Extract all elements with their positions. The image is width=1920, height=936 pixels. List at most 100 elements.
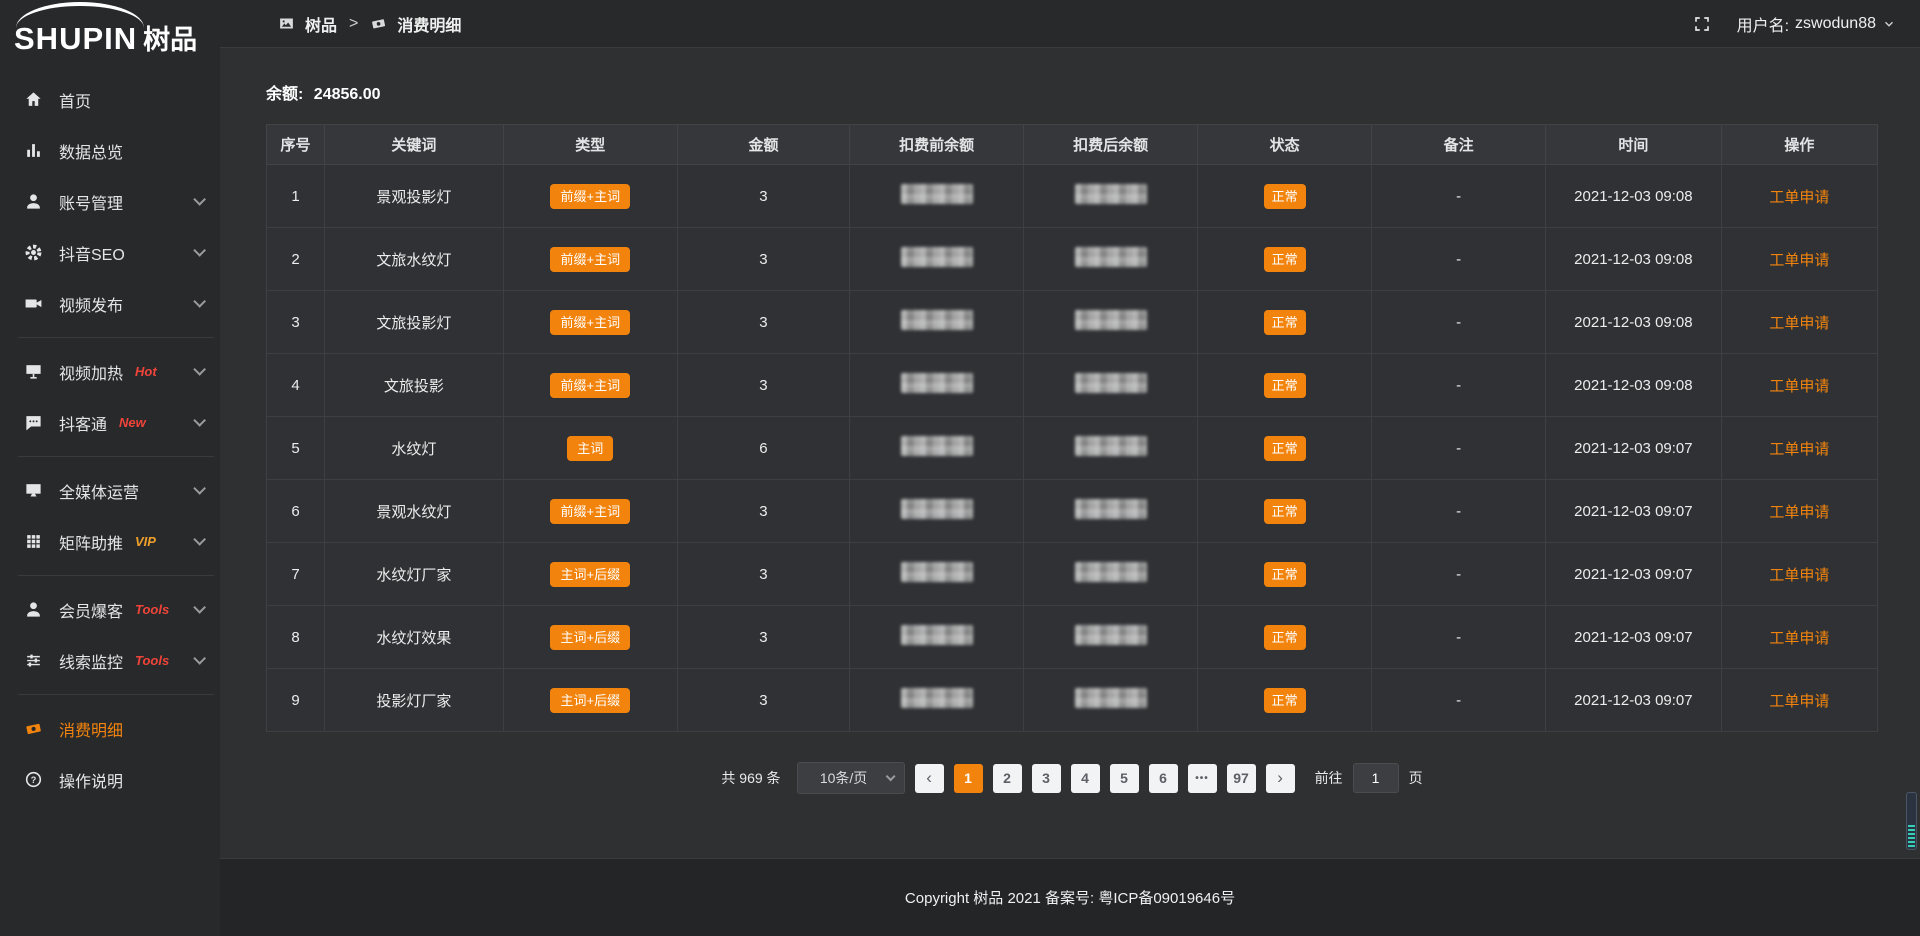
redacted-balance xyxy=(1075,562,1147,582)
sidebar-item-label: 抖音SEO xyxy=(59,241,125,265)
col-header-balance-after: 扣费后余额 xyxy=(1024,125,1198,165)
video-camera-icon xyxy=(24,294,43,313)
page-button-3[interactable]: 3 xyxy=(1032,764,1061,793)
sidebar-item-media-ops[interactable]: 全媒体运营 xyxy=(0,465,220,516)
cell-balance-before xyxy=(850,165,1024,228)
cell-type: 主词+后缀 xyxy=(503,543,677,606)
work-order-link[interactable]: 工单申请 xyxy=(1769,189,1829,206)
cell-time: 2021-12-03 09:08 xyxy=(1546,354,1722,417)
cell-type: 前缀+主词 xyxy=(503,354,677,417)
page-button-4[interactable]: 4 xyxy=(1071,764,1100,793)
prev-page-button[interactable]: ‹ xyxy=(915,764,944,793)
page-size-value: 10条/页 xyxy=(820,768,867,788)
sidebar-item-douyin-seo[interactable]: 抖音SEO xyxy=(0,227,220,278)
cell-status: 正常 xyxy=(1198,354,1372,417)
col-header-amount: 金额 xyxy=(677,125,849,165)
question-circle-icon: ? xyxy=(24,770,43,789)
cell-keyword: 投影灯厂家 xyxy=(324,669,503,732)
user-menu[interactable]: 用户名: zswodun88 xyxy=(1737,12,1896,36)
vip-tag: VIP xyxy=(135,534,156,549)
cell-action: 工单申请 xyxy=(1721,291,1877,354)
page-button-97[interactable]: 97 xyxy=(1227,764,1256,793)
sidebar-item-label: 抖客通 xyxy=(59,411,107,435)
redacted-balance xyxy=(901,310,973,330)
breadcrumb-home[interactable]: 树品 xyxy=(305,12,337,36)
sidebar-item-home[interactable]: 首页 xyxy=(0,74,220,125)
sidebar-item-account[interactable]: 账号管理 xyxy=(0,176,220,227)
type-badge: 主词+后缀 xyxy=(550,688,630,713)
cell-time: 2021-12-03 09:07 xyxy=(1546,606,1722,669)
cell-balance-after xyxy=(1024,543,1198,606)
sidebar-item-data-overview[interactable]: 数据总览 xyxy=(0,125,220,176)
work-order-link[interactable]: 工单申请 xyxy=(1769,315,1829,332)
work-order-link[interactable]: 工单申请 xyxy=(1769,252,1829,269)
next-page-button[interactable]: › xyxy=(1266,764,1295,793)
corner-scroll-widget[interactable] xyxy=(1906,792,1917,850)
pagination: 共 969 条 10条/页 ‹ 1 2 3 4 5 6 ••• 97 › 前往 … xyxy=(266,762,1878,794)
cell-note: - xyxy=(1372,669,1546,732)
username-label: 用户名: xyxy=(1737,12,1789,36)
cell-note: - xyxy=(1372,606,1546,669)
sidebar-item-instructions[interactable]: ? 操作说明 xyxy=(0,754,220,805)
sidebar-item-matrix-boost[interactable]: 矩阵助推 VIP xyxy=(0,516,220,567)
cell-time: 2021-12-03 09:08 xyxy=(1546,165,1722,228)
cell-balance-before xyxy=(850,606,1024,669)
page-button-1[interactable]: 1 xyxy=(954,764,983,793)
cell-action: 工单申请 xyxy=(1721,417,1877,480)
brand-logo: SHUPIN 树品 xyxy=(0,0,220,58)
fullscreen-icon[interactable] xyxy=(1693,15,1711,33)
sidebar-item-douketong[interactable]: 抖客通 New xyxy=(0,397,220,448)
sidebar-divider xyxy=(18,456,214,457)
work-order-link[interactable]: 工单申请 xyxy=(1769,693,1829,710)
goto-page-input[interactable] xyxy=(1353,763,1399,793)
cell-type: 前缀+主词 xyxy=(503,165,677,228)
chevron-down-icon xyxy=(193,244,206,257)
page-button-6[interactable]: 6 xyxy=(1149,764,1178,793)
redacted-balance xyxy=(901,562,973,582)
cell-action: 工单申请 xyxy=(1721,669,1877,732)
page-button-5[interactable]: 5 xyxy=(1110,764,1139,793)
cell-balance-after xyxy=(1024,228,1198,291)
sidebar: SHUPIN 树品 首页 数据总览 账号管理 xyxy=(0,0,220,936)
cell-amount: 3 xyxy=(677,165,849,228)
table-row: 9 投影灯厂家 主词+后缀 3 正常 - 2021-12-03 09:07 工单… xyxy=(267,669,1878,732)
sidebar-item-member-burst[interactable]: 会员爆客 Tools xyxy=(0,584,220,635)
balance-label: 余额: xyxy=(266,86,303,103)
work-order-link[interactable]: 工单申请 xyxy=(1769,630,1829,647)
page-button-2[interactable]: 2 xyxy=(993,764,1022,793)
work-order-link[interactable]: 工单申请 xyxy=(1769,567,1829,584)
chevron-down-icon xyxy=(193,533,206,546)
page-size-select[interactable]: 10条/页 xyxy=(797,762,905,794)
more-pages-button[interactable]: ••• xyxy=(1188,764,1217,793)
work-order-link[interactable]: 工单申请 xyxy=(1769,378,1829,395)
cell-note: - xyxy=(1372,480,1546,543)
status-badge: 正常 xyxy=(1264,499,1306,524)
col-header-status: 状态 xyxy=(1198,125,1372,165)
redacted-balance xyxy=(901,247,973,267)
cell-type: 主词 xyxy=(503,417,677,480)
sidebar-item-consume-detail[interactable]: 消费明细 xyxy=(0,703,220,754)
cell-balance-after xyxy=(1024,291,1198,354)
redacted-balance xyxy=(1075,373,1147,393)
table-row: 3 文旅投影灯 前缀+主词 3 正常 - 2021-12-03 09:08 工单… xyxy=(267,291,1878,354)
cell-balance-before xyxy=(850,417,1024,480)
sidebar-item-label: 全媒体运营 xyxy=(59,479,139,503)
logo-arc-decoration xyxy=(16,2,144,28)
sidebar-item-clue-monitor[interactable]: 线索监控 Tools xyxy=(0,635,220,686)
cell-amount: 3 xyxy=(677,291,849,354)
sidebar-item-video-publish[interactable]: 视频发布 xyxy=(0,278,220,329)
sidebar-item-label: 账号管理 xyxy=(59,190,123,214)
sidebar-item-video-heat[interactable]: 视频加热 Hot xyxy=(0,346,220,397)
redacted-balance xyxy=(1075,310,1147,330)
work-order-link[interactable]: 工单申请 xyxy=(1769,504,1829,521)
grid-icon xyxy=(24,532,43,551)
cell-index: 8 xyxy=(267,606,325,669)
work-order-link[interactable]: 工单申请 xyxy=(1769,441,1829,458)
col-header-balance-before: 扣费前余额 xyxy=(850,125,1024,165)
sidebar-item-label: 视频加热 xyxy=(59,360,123,384)
cell-type: 主词+后缀 xyxy=(503,669,677,732)
cell-status: 正常 xyxy=(1198,165,1372,228)
col-header-index: 序号 xyxy=(267,125,325,165)
app-window: SHUPIN 树品 首页 数据总览 账号管理 xyxy=(0,0,1920,936)
table-header-row: 序号 关键词 类型 金额 扣费前余额 扣费后余额 状态 备注 时间 操作 xyxy=(267,125,1878,165)
